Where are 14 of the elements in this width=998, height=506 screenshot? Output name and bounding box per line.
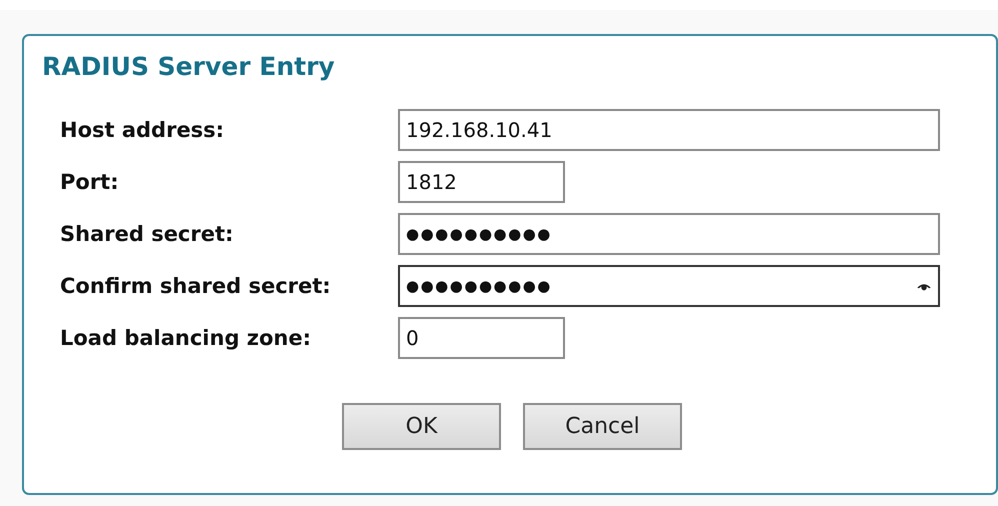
field-label: Host address: (59, 118, 224, 142)
input-field[interactable]: 0 (398, 317, 565, 359)
input-field[interactable]: ●●●●●●●●●● (398, 265, 940, 307)
dialog-button[interactable]: Cancel (523, 403, 682, 450)
field-label: Port: (59, 170, 119, 194)
field-label: Shared secret: (59, 222, 234, 246)
dialog-title: RADIUS Server Entry (42, 51, 335, 83)
input-field[interactable]: 1812 (398, 161, 565, 203)
dialog-button[interactable]: OK (342, 403, 501, 450)
eye-icon[interactable] (916, 282, 932, 290)
input-field[interactable]: 192.168.10.41 (398, 109, 940, 151)
input-field[interactable]: ●●●●●●●●●● (398, 213, 940, 255)
field-label: Confirm shared secret: (59, 274, 331, 298)
field-label: Load balancing zone: (59, 326, 312, 350)
